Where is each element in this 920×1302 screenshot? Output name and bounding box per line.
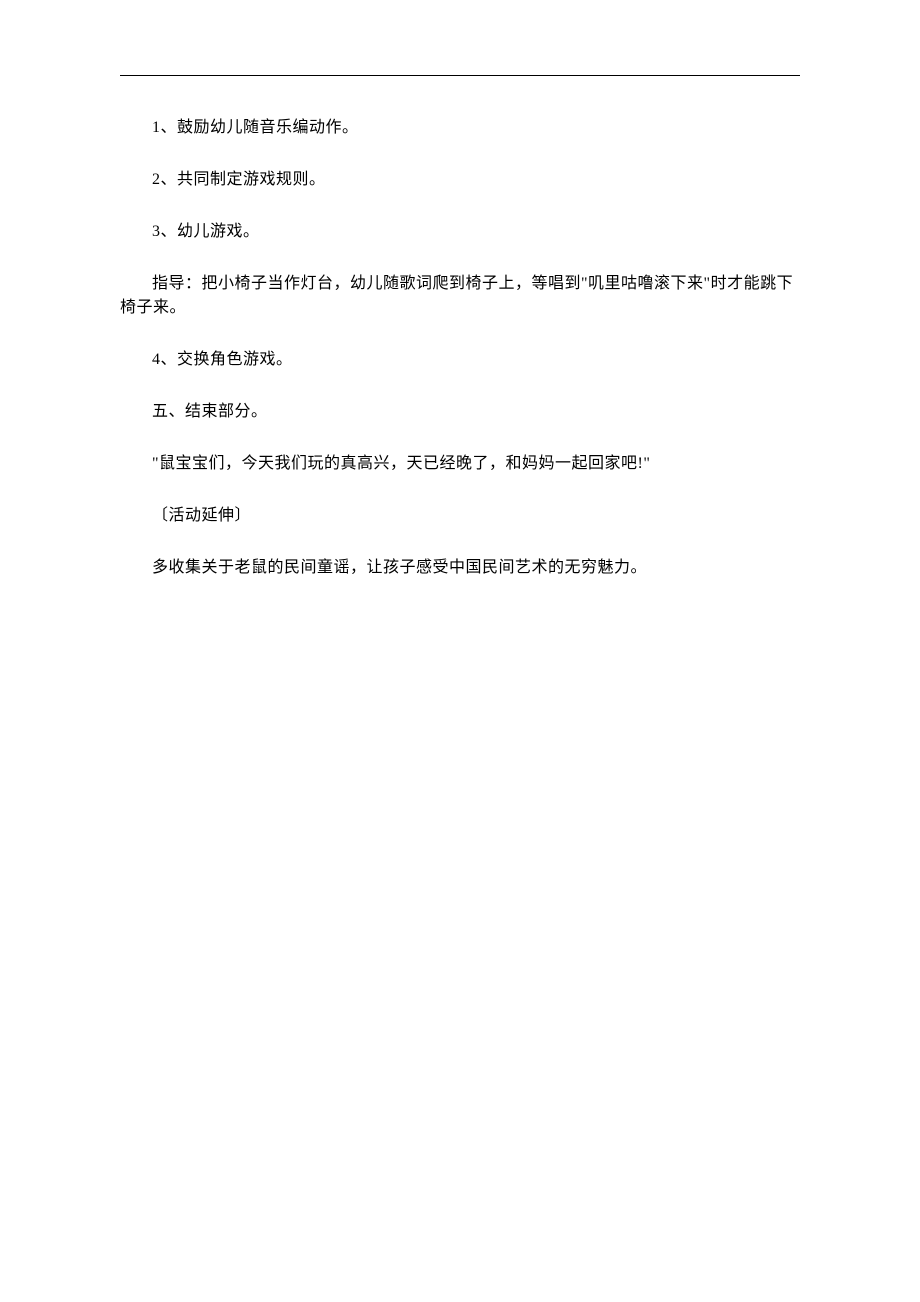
paragraph-3: 3、幼儿游戏。 xyxy=(120,220,800,244)
horizontal-rule xyxy=(120,75,800,76)
paragraph-2: 2、共同制定游戏规则。 xyxy=(120,168,800,192)
paragraph-1: 1、鼓励幼儿随音乐编动作。 xyxy=(120,116,800,140)
paragraph-8: 〔活动延伸〕 xyxy=(120,504,800,528)
paragraph-4: 指导：把小椅子当作灯台，幼儿随歌词爬到椅子上，等唱到"叽里咕噜滚下来"时才能跳下… xyxy=(120,272,800,320)
document-page: 1、鼓励幼儿随音乐编动作。 2、共同制定游戏规则。 3、幼儿游戏。 指导：把小椅… xyxy=(0,0,920,580)
paragraph-6: 五、结束部分。 xyxy=(120,400,800,424)
paragraph-9: 多收集关于老鼠的民间童谣，让孩子感受中国民间艺术的无穷魅力。 xyxy=(120,556,800,580)
paragraph-5: 4、交换角色游戏。 xyxy=(120,348,800,372)
paragraph-7: "鼠宝宝们，今天我们玩的真高兴，天已经晚了，和妈妈一起回家吧!" xyxy=(120,452,800,476)
